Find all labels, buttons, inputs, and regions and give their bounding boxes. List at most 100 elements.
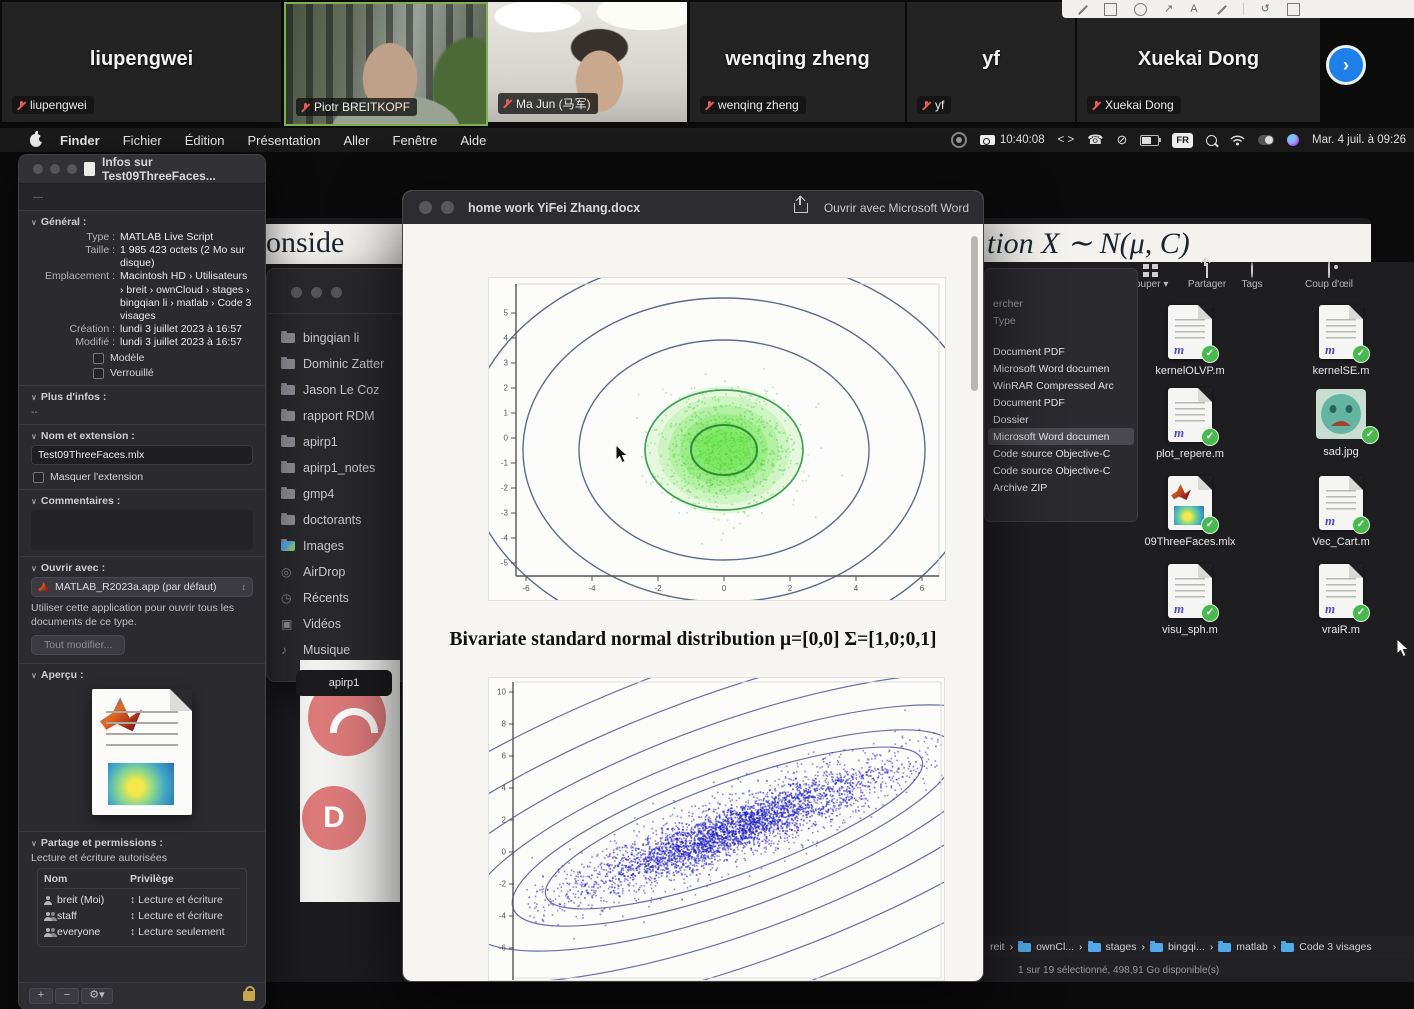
sidebar-item-recents[interactable]: ◷Récents <box>281 591 349 605</box>
file-sad-jpg[interactable]: ✓ sad.jpg <box>1289 388 1393 458</box>
menu-finder[interactable]: Finder <box>60 133 100 148</box>
eraser-icon[interactable] <box>1287 3 1300 16</box>
window-traffic-lights[interactable] <box>291 287 342 298</box>
path-segment[interactable]: matlab <box>1236 941 1268 953</box>
sidebar-item-musique[interactable]: ♪Musique <box>281 643 350 657</box>
finder-quicklook-button[interactable]: Coup d'œil <box>1296 264 1362 290</box>
file-vraiR[interactable]: m✓ vraiR.m <box>1289 564 1393 636</box>
square-icon[interactable] <box>1104 3 1117 16</box>
filter-item[interactable]: Document PDF <box>985 343 1137 360</box>
spotlight-search-icon[interactable] <box>1206 135 1217 146</box>
file-kernelOLVP[interactable]: m✓ kernelOLVP.m <box>1138 305 1242 377</box>
add-permission-button[interactable]: + <box>29 988 53 1004</box>
remove-permission-button[interactable]: − <box>55 988 79 1004</box>
filter-item[interactable]: Dossier <box>985 411 1137 428</box>
siri-icon[interactable] <box>1287 134 1299 146</box>
finder-share-button[interactable]: Partager <box>1180 264 1234 290</box>
permission-row[interactable]: everyone ↕ Lecture seulement <box>44 924 240 940</box>
share-icon[interactable] <box>794 203 808 213</box>
record-indicator-icon[interactable] <box>951 132 967 148</box>
sidebar-item-doctorants[interactable]: doctorants <box>281 513 361 527</box>
zoom-button[interactable] <box>441 201 454 214</box>
avatar-d[interactable]: D <box>302 786 366 850</box>
filter-item[interactable]: WinRAR Compressed Arc <box>985 377 1137 394</box>
checkbox-modele[interactable]: Modèle <box>93 352 253 364</box>
permission-row[interactable]: breit (Moi) ↕ Lecture et écriture <box>44 892 240 908</box>
next-participants-button[interactable]: › <box>1326 45 1366 85</box>
lock-icon[interactable] <box>243 991 255 1001</box>
wifi-icon[interactable] <box>1230 135 1245 146</box>
path-segment[interactable]: reit <box>990 941 1005 953</box>
path-segment[interactable]: Code 3 visages <box>1299 941 1371 953</box>
filter-item[interactable]: Archive ZIP <box>985 479 1137 496</box>
file-09threefaces[interactable]: ✓ 09ThreeFaces.mlx <box>1138 476 1242 548</box>
apple-menu-icon[interactable] <box>30 134 42 147</box>
scrollbar-thumb[interactable] <box>971 236 978 391</box>
window-traffic-lights[interactable] <box>33 164 77 174</box>
permission-row[interactable]: staff ↕ Lecture et écriture <box>44 908 240 924</box>
menu-bar-clock[interactable]: Mar. 4 juil. à 09:26 <box>1312 134 1406 146</box>
path-segment[interactable]: stages <box>1106 941 1137 953</box>
participant-tile-liupengwei[interactable]: liupengwei liupengwei <box>2 2 281 122</box>
open-with-word-button[interactable]: Ouvrir avec Microsoft Word <box>824 201 969 215</box>
path-segment[interactable]: ownCl... <box>1036 941 1074 953</box>
filter-item[interactable]: Microsoft Word documen <box>985 360 1137 377</box>
annotation-toolbar[interactable]: ↗ A ↺ <box>1062 0 1414 18</box>
menu-fichier[interactable]: Fichier <box>123 133 162 148</box>
participant-tile-wenqing[interactable]: wenqing zheng wenqing zheng <box>690 2 905 122</box>
actions-gear-button[interactable]: ⚙▾ <box>81 988 113 1004</box>
finder-tags-button[interactable]: Tags <box>1236 264 1268 290</box>
file-plot-repere[interactable]: m✓ plot_repere.m <box>1138 388 1242 460</box>
menu-aide[interactable]: Aide <box>460 133 486 148</box>
arrow-icon[interactable]: ↗ <box>1164 4 1173 15</box>
checkbox-verrouille[interactable]: Verrouillé <box>93 367 253 379</box>
undo-icon[interactable]: ↺ <box>1261 4 1270 15</box>
close-button[interactable] <box>419 201 432 214</box>
participant-tile-xuekai[interactable]: Xuekai Dong Xuekai Dong <box>1077 2 1320 122</box>
file-preview-thumbnail[interactable] <box>92 689 192 815</box>
path-segment[interactable]: bingqi... <box>1168 941 1205 953</box>
menu-edition[interactable]: Édition <box>185 133 225 148</box>
quicklook-titlebar[interactable]: home work YiFei Zhang.docx Ouvrir avec M… <box>403 191 983 224</box>
sidebar-item-rapport[interactable]: rapport RDM <box>281 409 375 423</box>
filter-item[interactable]: Code source Objective-C <box>985 462 1137 479</box>
file-visu-sph[interactable]: m✓ visu_sph.m <box>1138 564 1242 636</box>
control-center-icon[interactable] <box>1258 135 1274 145</box>
change-all-button[interactable]: Tout modifier... <box>31 635 125 655</box>
menu-aller[interactable]: Aller <box>344 133 370 148</box>
screen-recording-icon[interactable] <box>980 135 995 145</box>
file-kernelSE[interactable]: m✓ kernelSE.m <box>1289 305 1393 377</box>
phone-icon[interactable]: ☎ <box>1087 132 1103 148</box>
menu-presentation[interactable]: Présentation <box>248 133 321 148</box>
sidebar-item-airdrop[interactable]: ◎AirDrop <box>281 565 345 579</box>
participant-tile-yf[interactable]: yf yf <box>907 2 1075 122</box>
checkbox-hide-extension[interactable]: Masquer l'extension <box>33 471 253 483</box>
sidebar-item-apirp1[interactable]: apirp1 <box>281 435 338 449</box>
sidebar-item-videos[interactable]: ▣Vidéos <box>281 617 341 631</box>
comments-box[interactable] <box>31 510 253 550</box>
battery-icon[interactable] <box>1140 135 1159 146</box>
code-brackets-icon[interactable]: < > <box>1058 134 1075 146</box>
filename-input[interactable]: Test09ThreeFaces.mlx <box>31 445 253 465</box>
do-not-disturb-icon[interactable]: ⊘ <box>1116 132 1127 148</box>
participant-tile-piotr-video[interactable]: Piotr BREITKOPF <box>284 2 488 126</box>
menu-fenetre[interactable]: Fenêtre <box>393 133 438 148</box>
sidebar-item-dominic[interactable]: Dominic Zatter <box>281 357 384 371</box>
filter-item[interactable]: Code source Objective-C <box>985 445 1137 462</box>
text-tool-icon[interactable]: A <box>1190 4 1197 15</box>
circle-icon[interactable] <box>1134 3 1147 16</box>
sidebar-item-images[interactable]: Images <box>281 539 344 553</box>
participant-tile-majun-video[interactable]: Ma Jun (马军) <box>488 2 687 122</box>
pen-icon[interactable] <box>1215 4 1226 15</box>
sidebar-item-bingqian[interactable]: bingqian li <box>281 331 359 345</box>
filter-item-selected[interactable]: Microsoft Word documen <box>988 428 1134 445</box>
filter-item[interactable]: Document PDF <box>985 394 1137 411</box>
sidebar-item-jason[interactable]: Jason Le Coz <box>281 383 379 397</box>
file-vec-cart[interactable]: m✓ Vec_Cart.m <box>1289 476 1393 548</box>
input-source-switcher[interactable]: FR <box>1172 133 1193 148</box>
pencil-icon[interactable] <box>1076 4 1087 15</box>
sidebar-item-apirp1-notes[interactable]: apirp1_notes <box>281 461 375 475</box>
get-info-titlebar[interactable]: Infos sur Test09ThreeFaces... <box>19 155 265 184</box>
sidebar-item-gmp4[interactable]: gmp4 <box>281 487 334 501</box>
open-with-dropdown[interactable]: MATLAB_R2023a.app (par défaut) ↕ <box>31 577 253 597</box>
